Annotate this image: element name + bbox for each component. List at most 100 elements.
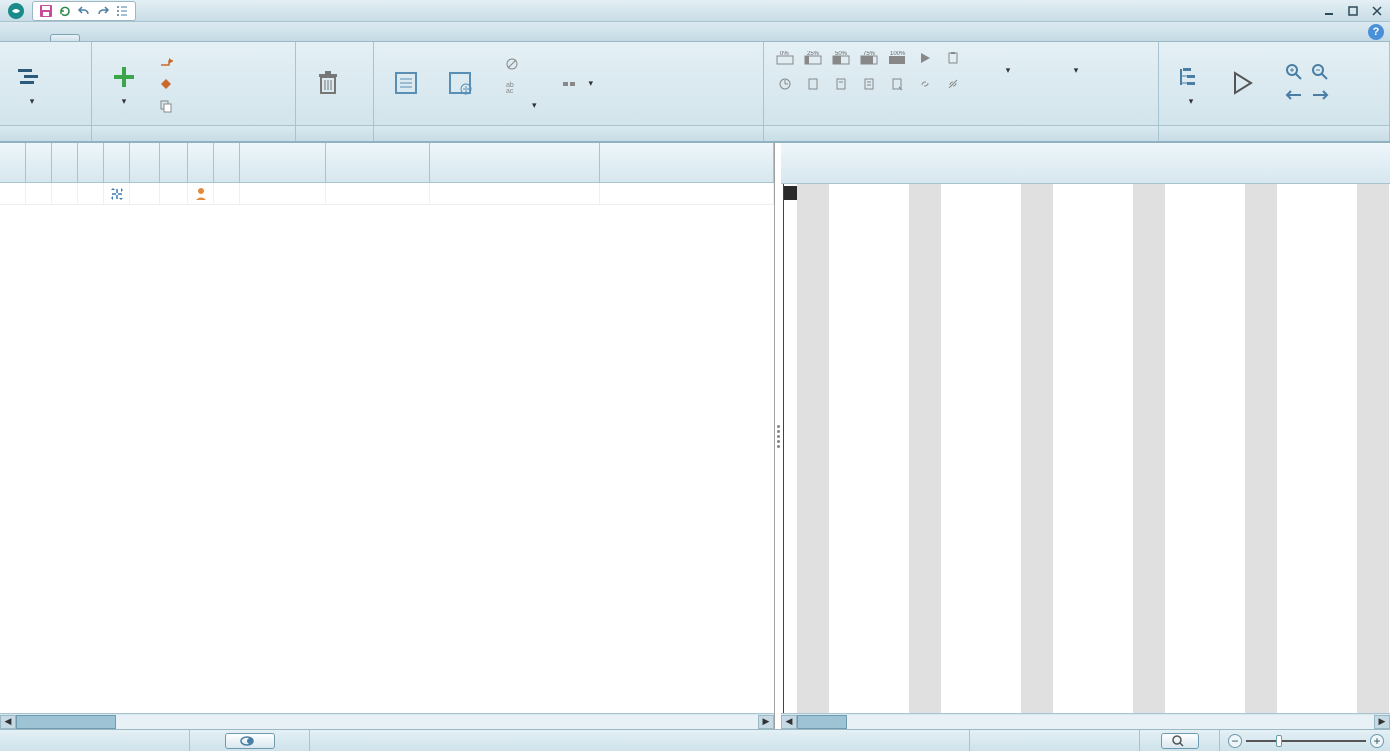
col-edt[interactable] <box>240 143 326 182</box>
col-n[interactable] <box>188 143 214 182</box>
zoom-minus-icon[interactable]: − <box>1228 734 1242 748</box>
tab-visualizacion[interactable] <box>142 35 170 41</box>
excluir-actividad-button[interactable] <box>304 63 352 105</box>
tab-linea-de-tiempo[interactable] <box>172 35 200 41</box>
col-p[interactable] <box>0 143 26 182</box>
col-a[interactable] <box>78 143 104 182</box>
pct-25-button[interactable]: 25% <box>802 48 824 68</box>
svg-text:100%: 100% <box>890 51 906 57</box>
estructura-temas-button[interactable] <box>1167 57 1215 111</box>
documentacion-button[interactable] <box>984 58 1032 80</box>
col-nombre[interactable] <box>430 143 600 182</box>
weekend-shade <box>1245 184 1277 713</box>
gantt-body[interactable] <box>781 184 1390 713</box>
svg-text:75%: 75% <box>863 51 876 57</box>
zoom-slider[interactable]: − + <box>1228 734 1384 748</box>
svg-text:0%: 0% <box>780 51 789 57</box>
col-s[interactable] <box>104 143 130 182</box>
task-table-pane: ◀ ▶ <box>0 143 775 729</box>
gantt-hscroll[interactable]: ◀ ▶ <box>781 713 1390 729</box>
tab-recurso[interactable] <box>82 35 110 41</box>
col-responsable[interactable] <box>600 143 774 182</box>
clock-icon[interactable] <box>774 74 796 94</box>
scroll-left-icon[interactable]: ◀ <box>0 715 16 729</box>
today-line <box>783 184 784 713</box>
ir-actividad-button[interactable] <box>1221 63 1269 105</box>
table-hscroll[interactable]: ◀ ▶ <box>0 713 774 729</box>
weekend-shade <box>1357 184 1389 713</box>
minimize-button[interactable] <box>1320 3 1338 19</box>
list-icon[interactable] <box>113 3 131 19</box>
cell-identificador <box>326 183 430 204</box>
scroll-right-icon[interactable]: ▶ <box>758 715 774 729</box>
calculo-button[interactable] <box>1052 58 1100 80</box>
pct-50-button[interactable]: 50% <box>830 48 852 68</box>
tab-formato[interactable] <box>202 35 230 41</box>
zoom-slider-thumb[interactable] <box>1276 735 1282 747</box>
titlebar <box>0 0 1390 22</box>
pct-75-button[interactable]: 75% <box>858 48 880 68</box>
tab-proyecto[interactable] <box>112 35 140 41</box>
zoom-button[interactable] <box>1161 733 1199 749</box>
gantt-task-bar[interactable] <box>783 186 797 200</box>
svg-text:25%: 25% <box>807 51 820 57</box>
weekend-shade <box>909 184 941 713</box>
datos-actividad-button[interactable] <box>382 63 430 105</box>
actividad-button[interactable] <box>100 57 148 111</box>
dividir-button[interactable]: ▾ <box>557 74 598 94</box>
zoom-out-icon[interactable] <box>1311 63 1329 84</box>
table-body <box>0 183 774 713</box>
expand-icon[interactable] <box>104 183 130 204</box>
detalles-actividad-button[interactable] <box>436 63 484 105</box>
pct-0-button[interactable]: 0% <box>774 48 796 68</box>
person-icon <box>188 183 214 204</box>
copiar-button[interactable] <box>154 96 182 116</box>
clipboard-icon[interactable] <box>942 48 964 68</box>
nav-left-icon[interactable] <box>1285 88 1303 105</box>
cancelar-reactivar-button[interactable] <box>500 54 541 74</box>
link-icon[interactable] <box>914 74 936 94</box>
pct-100-button[interactable]: 100% <box>886 48 908 68</box>
zoom-plus-icon[interactable]: + <box>1370 734 1384 748</box>
col-i[interactable] <box>214 143 240 182</box>
table-row[interactable] <box>0 183 774 205</box>
sustituir-button[interactable]: abac <box>500 76 541 96</box>
gantt-scroll-left-icon[interactable]: ◀ <box>781 715 797 729</box>
col-sr[interactable] <box>130 143 160 182</box>
close-button[interactable] <box>1368 3 1386 19</box>
redo-icon[interactable] <box>94 3 112 19</box>
tab-actividad[interactable] <box>50 34 80 41</box>
zoom-in-icon[interactable] <box>1285 63 1303 84</box>
nav-right-icon[interactable] <box>1311 88 1329 105</box>
help-icon[interactable]: ? <box>1368 24 1384 40</box>
gantt-scroll-right-icon[interactable]: ▶ <box>1374 715 1390 729</box>
quick-access-toolbar <box>32 1 136 21</box>
group-label-exhibicion <box>1159 125 1389 141</box>
cell-responsable <box>600 183 774 204</box>
svg-text:50%: 50% <box>835 51 848 57</box>
main-area: ◀ ▶ ◀ ▶ <box>0 142 1390 729</box>
doc4-icon[interactable] <box>886 74 908 94</box>
col-r[interactable] <box>26 143 52 182</box>
refresh-icon[interactable] <box>56 3 74 19</box>
col-identificador[interactable] <box>326 143 430 182</box>
automatico-button[interactable] <box>225 733 275 749</box>
col-in[interactable] <box>160 143 188 182</box>
actividad-resumen-button[interactable] <box>154 52 182 72</box>
unlink-icon[interactable] <box>942 74 964 94</box>
ribbon: abac ▾ ▾ 0% 25% 50% 75% 100% <box>0 42 1390 142</box>
app-logo <box>4 2 28 20</box>
doc3-icon[interactable] <box>858 74 880 94</box>
play-icon[interactable] <box>914 48 936 68</box>
milestone-button[interactable] <box>154 74 182 94</box>
doc2-icon[interactable] <box>830 74 852 94</box>
undo-icon[interactable] <box>75 3 93 19</box>
col-d[interactable] <box>52 143 78 182</box>
save-icon[interactable] <box>37 3 55 19</box>
svg-text:ac: ac <box>506 88 514 93</box>
gantt-detalhado-button[interactable] <box>8 57 56 111</box>
maximize-button[interactable] <box>1344 3 1362 19</box>
group-label-cronograma <box>764 125 1158 141</box>
sumario-button[interactable]: ▾ <box>500 98 541 113</box>
doc1-icon[interactable] <box>802 74 824 94</box>
